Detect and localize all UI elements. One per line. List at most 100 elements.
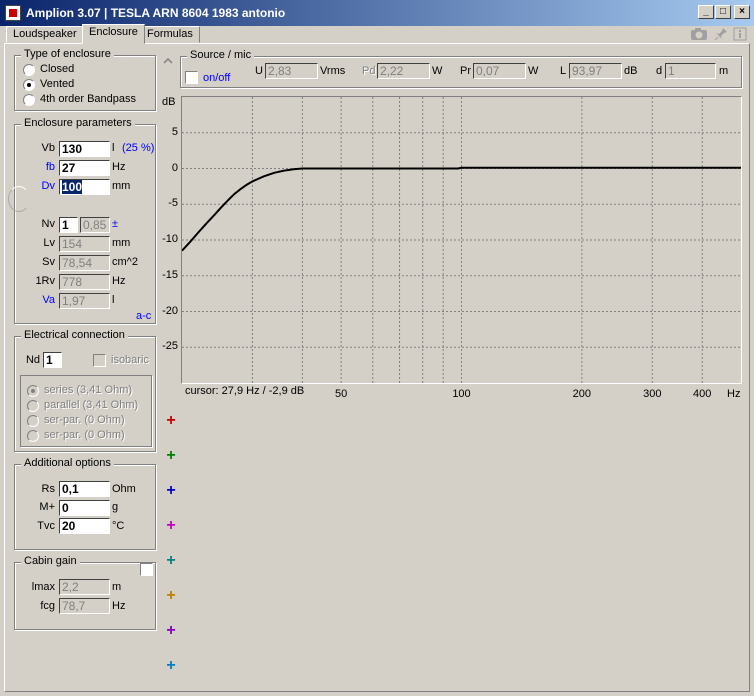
add-curve-plus-icon[interactable]: +	[164, 483, 178, 499]
x-tick-label: 50	[335, 388, 348, 400]
cabin-gain-checkbox[interactable]	[140, 563, 153, 576]
nv-label: Nv	[41, 218, 55, 230]
group-title: Cabin gain	[21, 555, 80, 567]
lv-value: 154	[59, 236, 110, 252]
lv-label: Lv	[43, 237, 55, 249]
tvc-unit: °C	[112, 520, 125, 532]
va-label: Va	[42, 294, 55, 306]
rs-unit: Ohm	[112, 483, 136, 495]
u-unit: Vrms	[320, 65, 346, 77]
rv-value: 778	[59, 274, 110, 290]
vb-input[interactable]: 130	[59, 141, 110, 157]
mplus-input[interactable]: 0	[59, 500, 110, 516]
fb-unit: Hz	[112, 161, 126, 173]
cursor-readout: cursor: 27,9 Hz / -2,9 dB	[185, 385, 305, 397]
nd-input[interactable]: 1	[43, 352, 62, 368]
chevron-up-icon[interactable]	[162, 56, 174, 66]
lmax-unit: m	[112, 581, 122, 593]
fb-label: fb	[45, 161, 55, 173]
d-unit: m	[719, 65, 729, 77]
rs-input[interactable]: 0,1	[59, 481, 110, 497]
vb-percent: (25 %)	[122, 142, 155, 154]
fcg-unit: Hz	[112, 600, 126, 612]
onoff-checkbox[interactable]	[185, 71, 198, 84]
va-unit: l	[112, 294, 115, 306]
nd-label: Nd	[25, 354, 40, 366]
tab-enclosure[interactable]: Enclosure	[82, 24, 145, 44]
nv-input[interactable]: 1	[59, 217, 78, 233]
pin-icon[interactable]	[714, 27, 728, 41]
sv-value: 78,54	[59, 255, 110, 271]
add-curve-plus-icon[interactable]: +	[164, 623, 178, 639]
add-curve-plus-icon[interactable]: +	[164, 658, 178, 674]
pd-label: Pd	[362, 65, 376, 77]
tab-formulas[interactable]: Formulas	[140, 26, 200, 43]
x-tick-label: 400	[693, 388, 712, 400]
pd-value: 2,22	[377, 63, 430, 79]
rv-unit: Hz	[112, 275, 126, 287]
d-input[interactable]: 1	[665, 63, 716, 79]
fb-input[interactable]: 27	[59, 160, 110, 176]
group-title: Additional options	[21, 457, 114, 469]
group-title: Electrical connection	[21, 329, 128, 341]
sv-unit: cm^2	[112, 256, 138, 268]
close-button[interactable]: ×	[734, 5, 750, 19]
y-tick-label: -5	[168, 197, 178, 210]
tvc-input[interactable]: 20	[59, 518, 110, 534]
maximize-button[interactable]: □	[715, 5, 731, 19]
y-tick-label: 0	[171, 161, 178, 174]
y-tick-label: -10	[162, 233, 178, 245]
group-title: Type of enclosure	[21, 48, 114, 60]
y-tick-label: -20	[162, 304, 178, 317]
app-icon[interactable]	[5, 5, 21, 21]
x-axis-label: Hz	[727, 388, 741, 400]
isobaric-checkbox[interactable]	[93, 354, 106, 367]
l-label: L	[560, 65, 567, 77]
camera-icon[interactable]	[690, 27, 708, 41]
lmax-value: 2,2	[59, 579, 110, 595]
u-input[interactable]: 2,83	[265, 63, 318, 79]
minimize-button[interactable]: _	[698, 5, 714, 19]
isobaric-label: isobaric	[111, 354, 149, 366]
va-value: 1,97	[59, 293, 110, 309]
add-curve-plus-icon[interactable]: +	[164, 448, 178, 464]
pr-value: 0,07	[473, 63, 526, 79]
fcg-value: 78,7	[59, 598, 110, 614]
chart-svg	[182, 97, 741, 383]
tab-loudspeaker[interactable]: Loudspeaker	[6, 26, 84, 43]
vb-unit: l	[112, 142, 115, 154]
add-curve-plus-icon[interactable]: +	[164, 588, 178, 604]
group-title: Enclosure parameters	[21, 117, 135, 129]
add-curve-plus-icon[interactable]: +	[164, 553, 178, 569]
dv-input[interactable]: 100	[59, 179, 110, 195]
mplus-label: M+	[39, 501, 55, 513]
dv-unit: mm	[112, 180, 131, 192]
nv-unit: ±	[112, 218, 119, 230]
tvc-label: Tvc	[37, 520, 55, 532]
add-curve-plus-icon[interactable]: +	[164, 518, 178, 534]
window-title: Amplion 3.07 | TESLA ARN 8604 1983 anton…	[26, 6, 286, 20]
y-tick-label: -15	[162, 268, 178, 281]
l-value: 93,97	[569, 63, 622, 79]
x-tick-label: 300	[643, 388, 662, 400]
lv-unit: mm	[112, 237, 131, 249]
lmax-label: lmax	[31, 581, 55, 593]
ac-link[interactable]: a-c	[136, 310, 151, 322]
frequency-response-chart[interactable]: cursor: 27,9 Hz / -2,9 dB	[181, 96, 742, 397]
fcg-label: fcg	[40, 600, 55, 612]
x-tick-label: 200	[572, 388, 592, 400]
dv-label: Dv	[41, 180, 55, 192]
add-curve-plus-icon[interactable]: +	[164, 413, 178, 429]
d-label: d	[656, 65, 663, 77]
pr-label: Pr	[460, 65, 471, 77]
y-tick-label: 5	[171, 125, 178, 138]
group-title: Source / mic	[187, 49, 255, 61]
pd-unit: W	[432, 65, 443, 77]
info-icon[interactable]	[733, 27, 747, 41]
vb-label: Vb	[41, 142, 55, 154]
nv-factor: 0,85	[80, 217, 110, 233]
rs-label: Rs	[41, 483, 55, 495]
u-label: U	[255, 65, 263, 77]
l-unit: dB	[624, 65, 638, 77]
cabin-gain-group: Cabin gain	[14, 555, 156, 630]
